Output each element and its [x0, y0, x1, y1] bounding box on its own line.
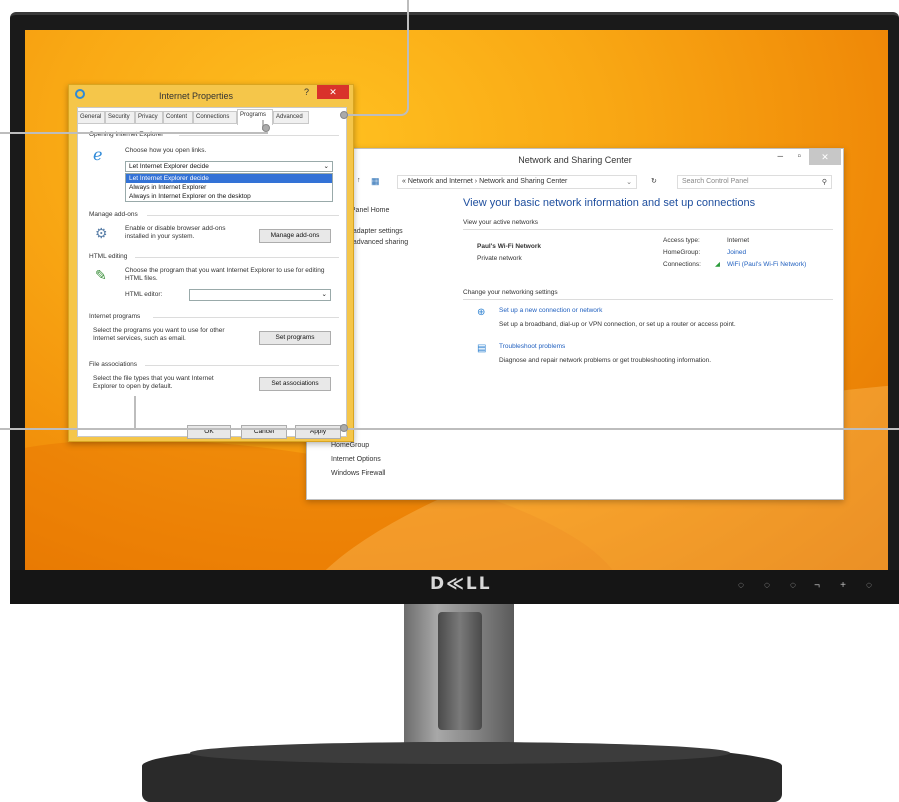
- divider: [463, 299, 833, 300]
- search-icon: ⚲: [821, 179, 827, 186]
- html-editor-icon: ✎: [95, 267, 107, 283]
- monitor-button-icon[interactable]: ◌: [786, 580, 800, 592]
- troubleshoot-icon: ▤: [477, 343, 487, 354]
- file-associations-label: File associations: [89, 361, 138, 368]
- see-also-windows-firewall[interactable]: Windows Firewall: [331, 467, 385, 481]
- internet-explorer-icon: [75, 89, 85, 99]
- network-icon: ▦: [371, 176, 380, 186]
- access-type-label: Access type:: [663, 237, 700, 244]
- troubleshoot-desc: Diagnose and repair network problems or …: [499, 357, 712, 364]
- network-sharing-window: Network and Sharing Center – ▫ ✕ ↑ ▦ « N…: [306, 148, 844, 500]
- addons-icon: ⚙: [95, 225, 108, 241]
- up-arrow-icon[interactable]: ↑: [357, 177, 361, 184]
- tab-general[interactable]: General: [77, 111, 105, 124]
- tab-advanced[interactable]: Advanced: [273, 111, 309, 124]
- addons-label: Manage add-ons: [89, 211, 138, 218]
- monitor-stand-base-top: [190, 742, 730, 764]
- html-editing-desc: Choose the program that you want Interne…: [125, 267, 325, 282]
- see-also-internet-options[interactable]: Internet Options: [331, 453, 385, 467]
- tab-connections[interactable]: Connections: [193, 111, 237, 124]
- internet-programs-label: Internet programs: [89, 313, 141, 320]
- callout-line: [345, 0, 409, 116]
- internet-programs-desc: Select the programs you want to use for …: [93, 327, 225, 342]
- dialog-title: Internet Properties: [159, 91, 234, 101]
- homegroup-link[interactable]: Joined: [727, 249, 746, 256]
- monitor-button-icon[interactable]: +: [836, 580, 850, 592]
- monitor-button-icon[interactable]: ¬: [810, 580, 824, 592]
- maximize-icon[interactable]: ▫: [797, 151, 801, 162]
- left-nav: I Panel Home e adapter settings e advanc…: [347, 205, 408, 259]
- chevron-down-icon: ⌄: [321, 291, 327, 298]
- change-settings-label: Change your networking settings: [463, 289, 558, 296]
- page-heading: View your basic network information and …: [463, 197, 756, 209]
- dropdown-arrow-icon[interactable]: ⌄: [626, 178, 632, 186]
- see-also-list: HomeGroup Internet Options Windows Firew…: [331, 439, 385, 481]
- nav-item[interactable]: s: [347, 248, 408, 259]
- monitor-stand-slot: [438, 612, 482, 730]
- homegroup-label: HomeGroup:: [663, 249, 701, 256]
- html-editor-label: HTML editor:: [125, 291, 163, 298]
- window-titlebar: Network and Sharing Center – ▫ ✕: [307, 149, 843, 173]
- callout-dot: [262, 124, 270, 132]
- html-editing-label: HTML editing: [89, 253, 128, 260]
- tab-content[interactable]: Content: [163, 111, 193, 124]
- window-title: Network and Sharing Center: [518, 155, 632, 165]
- refresh-icon[interactable]: ↻: [651, 177, 657, 185]
- open-links-select[interactable]: Let Internet Explorer decide ⌄: [125, 161, 333, 172]
- nav-adapter-settings[interactable]: e adapter settings: [347, 226, 408, 237]
- option-always-ie-desktop[interactable]: Always in Internet Explorer on the deskt…: [126, 192, 332, 201]
- divider: [147, 215, 339, 216]
- choose-label: Choose how you open links.: [125, 147, 207, 154]
- option-always-ie[interactable]: Always in Internet Explorer: [126, 183, 332, 192]
- close-icon[interactable]: ✕: [809, 149, 841, 165]
- monitor-brand-logo: D≪LL: [430, 574, 492, 594]
- access-type-value: Internet: [727, 237, 750, 244]
- monitor-button-icon[interactable]: ◌: [734, 580, 748, 592]
- callout-dot: [340, 424, 348, 432]
- connections-label: Connections:: [663, 261, 701, 268]
- setup-connection-link[interactable]: Set up a new connection or network: [499, 307, 602, 314]
- search-input[interactable]: Search Control Panel ⚲: [677, 175, 832, 189]
- setup-connection-desc: Set up a broadband, dial-up or VPN conne…: [499, 321, 736, 328]
- callout-line: [0, 396, 136, 430]
- address-bar-row: ↑ ▦ « Network and Internet › Network and…: [307, 175, 843, 191]
- divider: [463, 229, 833, 230]
- divider: [135, 257, 339, 258]
- divider: [145, 365, 339, 366]
- network-type: Private network: [477, 255, 522, 262]
- divider: [153, 317, 339, 318]
- manage-addons-button[interactable]: Manage add-ons: [259, 229, 331, 243]
- callout-line: [0, 428, 899, 430]
- active-networks-label: View your active networks: [463, 219, 539, 226]
- internet-properties-dialog: Internet Properties ? ✕ General Security…: [68, 84, 354, 442]
- network-name: Paul's Wi-Fi Network: [477, 243, 541, 250]
- set-programs-button[interactable]: Set programs: [259, 331, 331, 345]
- open-links-options: Let Internet Explorer decide Always in I…: [125, 173, 333, 202]
- dialog-titlebar: Internet Properties ? ✕: [69, 85, 353, 105]
- callout-dot: [340, 111, 348, 119]
- new-connection-icon: ⊕: [477, 307, 486, 318]
- troubleshoot-link[interactable]: Troubleshoot problems: [499, 343, 565, 350]
- address-bar[interactable]: « Network and Internet › Network and Sha…: [397, 175, 637, 189]
- nav-advanced-sharing[interactable]: e advanced sharing: [347, 237, 408, 248]
- tab-security[interactable]: Security: [105, 111, 135, 124]
- connections-link[interactable]: WiFi (Paul's Wi-Fi Network): [727, 261, 806, 268]
- monitor-button-icon[interactable]: ◌: [760, 580, 774, 592]
- html-editor-select[interactable]: ⌄: [189, 289, 331, 301]
- file-associations-desc: Select the file types that you want Inte…: [93, 375, 214, 390]
- minimize-icon[interactable]: –: [777, 151, 783, 162]
- wifi-icon: ◢: [715, 261, 720, 268]
- chevron-down-icon: ⌄: [323, 163, 329, 170]
- callout-line: [0, 132, 268, 134]
- set-associations-button[interactable]: Set associations: [259, 377, 331, 391]
- power-button-icon[interactable]: ◌: [862, 580, 876, 592]
- addons-desc: Enable or disable browser add-ons instal…: [125, 225, 226, 240]
- tab-privacy[interactable]: Privacy: [135, 111, 163, 124]
- divider: [179, 135, 339, 136]
- internet-explorer-icon: ℯ: [93, 147, 103, 164]
- help-icon[interactable]: ?: [304, 87, 309, 97]
- option-let-ie-decide[interactable]: Let Internet Explorer decide: [126, 174, 332, 183]
- nav-control-panel-home[interactable]: I Panel Home: [347, 205, 408, 216]
